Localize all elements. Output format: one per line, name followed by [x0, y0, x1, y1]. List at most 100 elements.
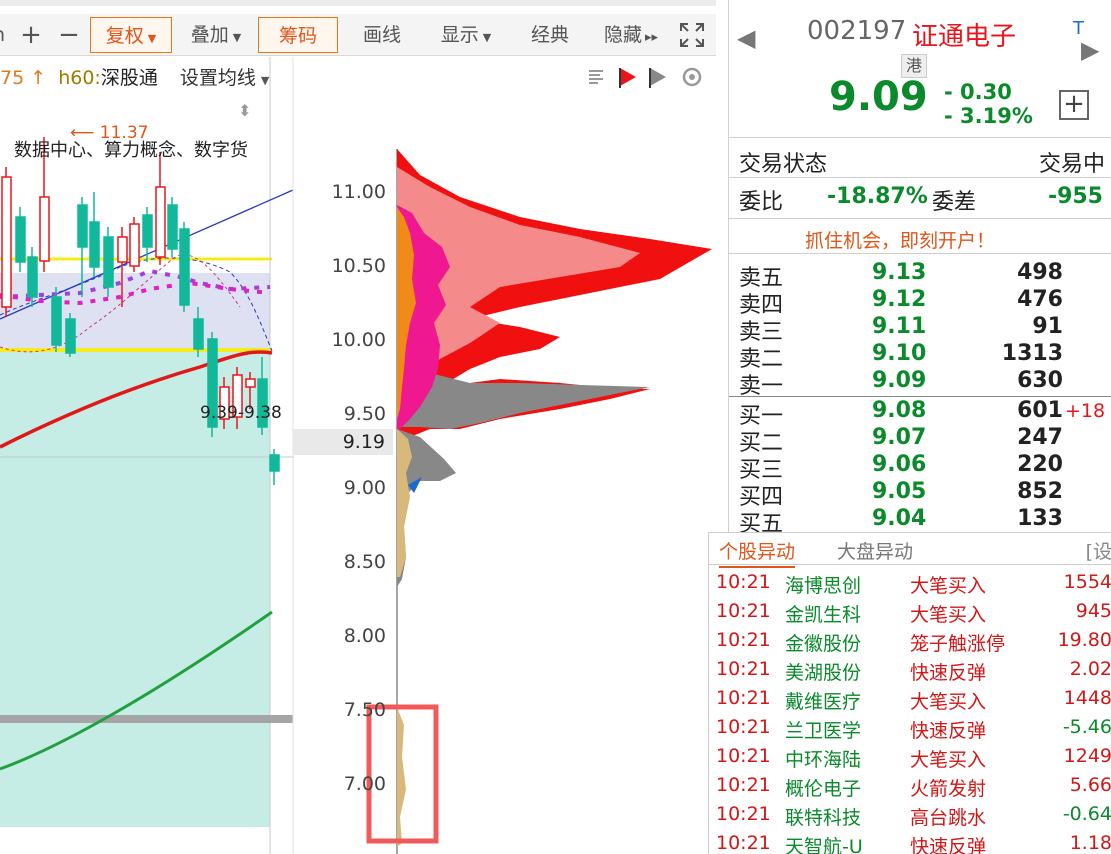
alert-time: 10:21 [716, 745, 771, 767]
candle-body [155, 186, 166, 258]
tab-market-alerts[interactable]: 大盘异动 [837, 537, 913, 564]
price-change-percent: - 3.19% [944, 104, 1033, 128]
alert-type: 快速反弹 [910, 836, 987, 854]
alert-row[interactable]: 10:21 金徽股份 笼子触涨停 19.80 [709, 627, 1111, 656]
alert-stock-name: 联特科技 [785, 807, 862, 829]
red-flag-icon [619, 68, 636, 88]
ask-price[interactable]: 9.13 [872, 260, 926, 285]
expand-icon[interactable] [674, 17, 710, 53]
alert-type: 大笔买入 [910, 604, 987, 626]
overlay-button[interactable]: 叠加 ▼ [180, 17, 252, 53]
candle-body [269, 454, 280, 472]
chip-distribution-group [396, 149, 712, 854]
bid-volume-delta: +18 [1065, 400, 1106, 422]
alert-row[interactable]: 10:21 海博思创 大笔买入 1554 [709, 569, 1111, 598]
alert-time: 10:21 [716, 629, 771, 651]
up-arrow-icon: ↑ [30, 67, 47, 89]
open-account-link[interactable]: 抓住机会，即刻开户！ [805, 226, 996, 254]
chevron-down-icon: ▼ [260, 74, 270, 87]
display-button[interactable]: 显示 ▼ [428, 17, 504, 53]
scroll-arrow-icon[interactable]: ⬍ [238, 101, 251, 120]
chart-area[interactable]: 75 ↑ h60:深股通 设置均线 ▼ ⬍ ⟵ 11.37 数据中心、算力概念、数… [0, 57, 716, 854]
next-stock-button[interactable]: ▶ [1081, 36, 1099, 64]
alert-type: 笼子触涨停 [910, 633, 1006, 655]
alert-stock-name: 海博思创 [785, 575, 862, 597]
concept-annotation: 数据中心、算力概念、数字货 [14, 140, 248, 161]
price-tick-label: 8.50 [343, 551, 386, 573]
ask-price[interactable]: 9.12 [872, 287, 926, 312]
bid-volume: 601 [1017, 398, 1063, 423]
bid-volume: 852 [1017, 479, 1063, 504]
weicha-value: -955 [1047, 184, 1103, 209]
ask-price[interactable]: 9.11 [872, 314, 926, 339]
prev-stock-button[interactable]: ◀ [737, 24, 755, 52]
ask-price[interactable]: 9.10 [872, 341, 926, 366]
candle-body [117, 236, 128, 263]
ask-volume: 476 [1017, 287, 1063, 312]
ma-legend-bar: 75 ↑ h60:深股通 设置均线 ▼ [0, 63, 269, 91]
alert-value: 1554 [1063, 571, 1111, 593]
alert-type: 大笔买入 [910, 575, 987, 597]
candle-body [51, 296, 62, 346]
alert-row[interactable]: 10:21 美湖股份 快速反弹 2.02 [709, 656, 1111, 685]
hide-button[interactable]: 隐藏 ▸▸ [592, 17, 670, 53]
price-tick-label: 7.00 [343, 773, 386, 795]
alert-time: 10:21 [716, 658, 771, 680]
ma-settings-button[interactable]: 设置均线 [180, 67, 256, 89]
chevron-down-icon: ▼ [147, 32, 157, 45]
bid-price[interactable]: 9.06 [872, 452, 926, 477]
price-tick-label: 7.50 [343, 699, 386, 721]
chip-tan-lower [397, 707, 406, 847]
alert-row[interactable]: 10:21 联特科技 高台跳水 -0.64 [709, 801, 1111, 830]
alert-stock-name: 戴维医疗 [785, 691, 862, 713]
chevron-down-icon: ▼ [232, 31, 242, 44]
bid-price[interactable]: 9.07 [872, 425, 926, 450]
chevron-down-icon: ▼ [482, 31, 492, 44]
alert-stock-name: 天智航-U [785, 836, 863, 854]
candle-body [89, 221, 100, 268]
kline-chart[interactable] [0, 57, 716, 854]
ma-h60-value: 深股通 [100, 67, 158, 89]
bid-price[interactable]: 9.04 [872, 506, 926, 531]
alert-time: 10:21 [716, 600, 771, 622]
bid-price[interactable]: 9.05 [872, 479, 926, 504]
alert-type: 高台跳水 [910, 807, 987, 829]
zoom-out-button[interactable]: − [54, 17, 84, 53]
chip-distribution-button[interactable]: 筹码 [258, 17, 338, 53]
tab-stock-alerts[interactable]: 个股异动 [719, 537, 796, 568]
alert-stock-name: 中环海陆 [785, 749, 862, 771]
alert-type: 快速反弹 [910, 662, 987, 684]
ma-value-fragment: 75 [0, 67, 25, 89]
alert-value: 5.66 [1069, 774, 1111, 796]
gray-level-line [0, 715, 293, 723]
price-tick-label: 10.50 [331, 255, 386, 277]
alert-settings-button[interactable]: [设 [1086, 537, 1111, 564]
candle-body [65, 318, 76, 354]
stock-code: 002197 [807, 16, 907, 46]
alert-stock-name: 金徽股份 [785, 633, 862, 655]
bid-price[interactable]: 9.08 [872, 398, 926, 423]
fuquan-button[interactable]: 复权 ▼ [90, 17, 172, 53]
ask-volume: 630 [1017, 368, 1063, 393]
alert-value: 1249 [1063, 745, 1111, 767]
candle-body [15, 216, 26, 263]
ask-bid-divider [729, 396, 1111, 397]
alert-row[interactable]: 10:21 戴维医疗 大笔买入 1448 [709, 685, 1111, 714]
classic-button[interactable]: 经典 [514, 17, 586, 53]
draw-line-button[interactable]: 画线 [346, 17, 418, 53]
add-watchlist-button[interactable]: + [1059, 90, 1089, 120]
chart-toolbar: n + − 复权▼ 叠加▼ 筹码 画线 显示▼ 经典 隐藏▸▸ [0, 14, 716, 56]
ask-price[interactable]: 9.09 [872, 368, 926, 393]
price-tick-label: 9.00 [343, 477, 386, 499]
low-price-label: 9.39-9.38 [200, 403, 282, 423]
candle-body [27, 256, 38, 298]
zoom-in-button[interactable]: + [16, 17, 46, 53]
alert-row[interactable]: 10:21 中环海陆 大笔买入 1249 [709, 743, 1111, 772]
alert-row[interactable]: 10:21 天智航-U 快速反弹 1.18 [709, 830, 1111, 854]
alert-row[interactable]: 10:21 兰卫医学 快速反弹 -5.46 [709, 714, 1111, 743]
alert-row[interactable]: 10:21 金凯生科 大笔买入 945 [709, 598, 1111, 627]
trade-status-label: 交易状态 [739, 152, 828, 177]
weibi-value: -18.87% [827, 184, 928, 209]
alert-row[interactable]: 10:21 概伦电子 火箭发射 5.66 [709, 772, 1111, 801]
candle-body [142, 214, 153, 248]
